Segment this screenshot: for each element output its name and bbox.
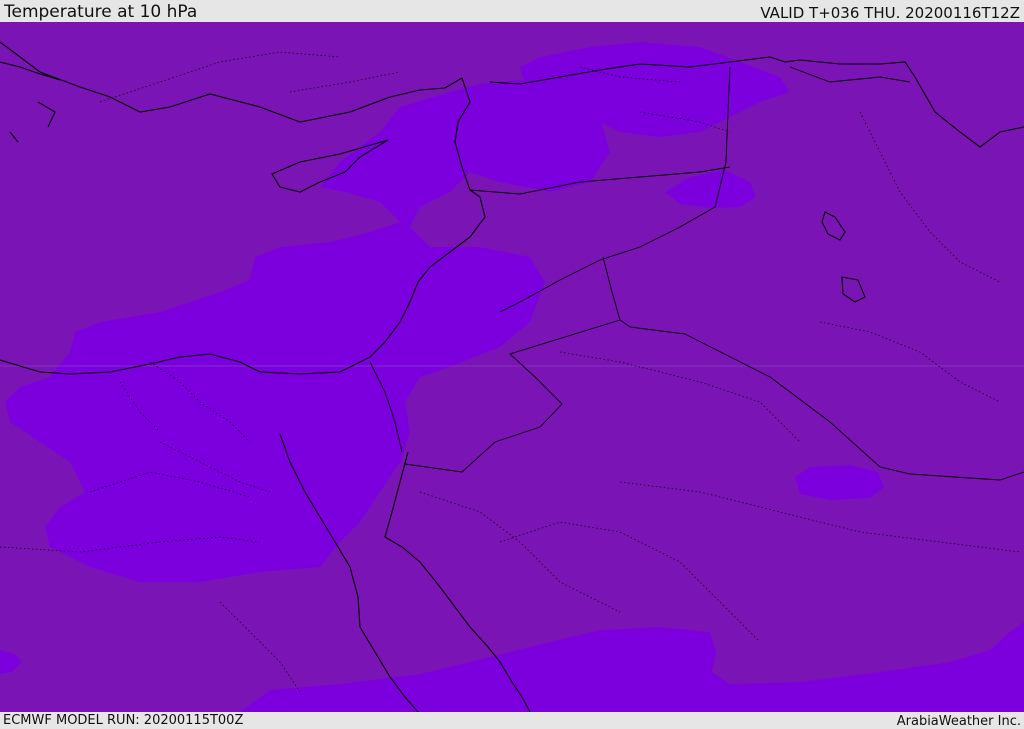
header-bar: Temperature at 10 hPa VALID T+036 THU. 2… [0,0,1024,22]
credit-label: ArabiaWeather Inc. [896,714,1021,729]
footer-bar: ECMWF MODEL RUN: 20200115T00Z ArabiaWeat… [0,712,1024,729]
model-run-label: ECMWF MODEL RUN: 20200115T00Z [3,713,244,728]
weather-map[interactable] [0,22,1024,712]
temperature-contour-saudi [795,465,884,500]
valid-time: VALID T+036 THU. 20200116T12Z [760,4,1020,22]
map-canvas [0,22,1024,712]
map-title: Temperature at 10 hPa [4,2,198,22]
